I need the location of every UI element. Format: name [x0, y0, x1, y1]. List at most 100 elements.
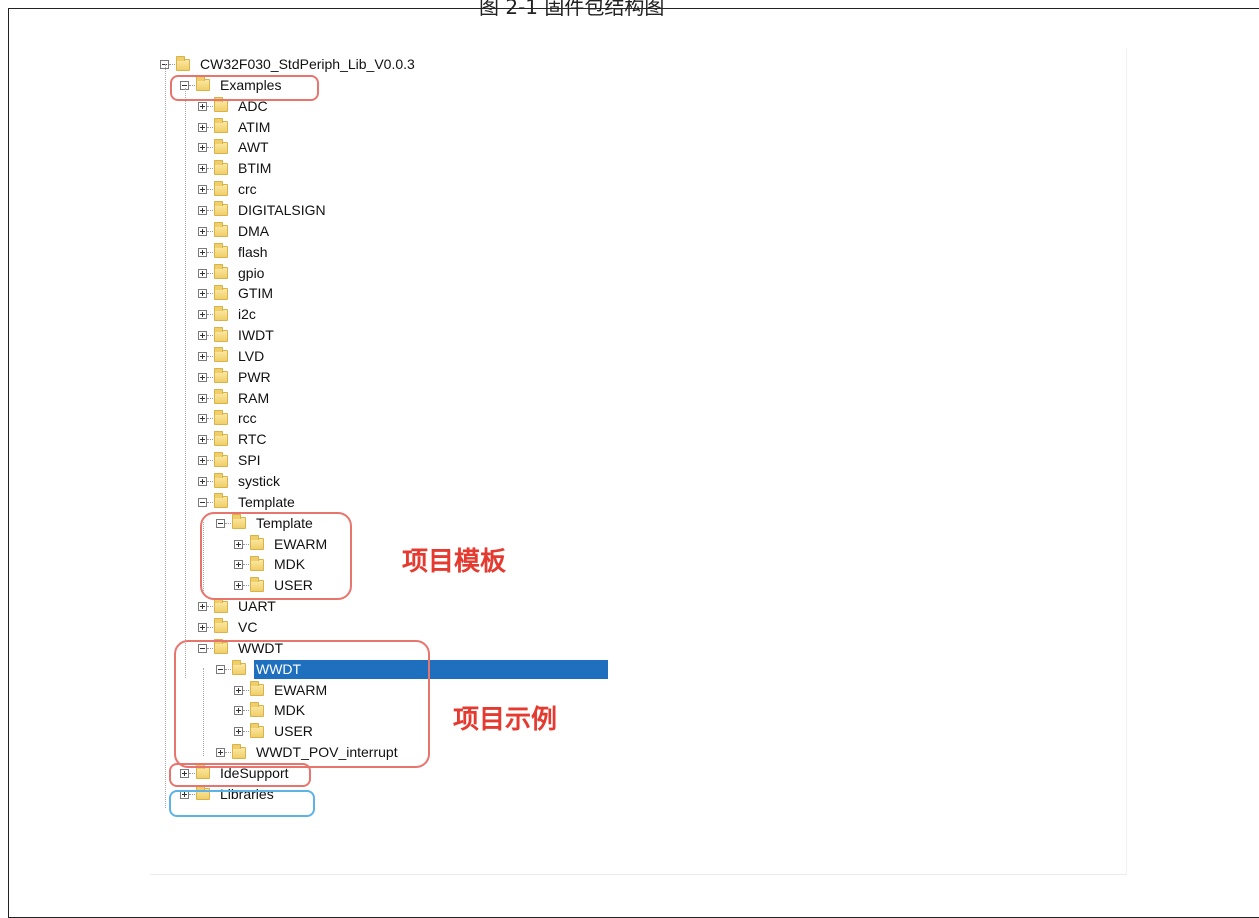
- tree-connector: [207, 439, 213, 441]
- folder-icon: [214, 284, 228, 300]
- folder-icon: [214, 409, 228, 425]
- folder-icon: [214, 305, 228, 321]
- tree-item-gtim[interactable]: GTIM: [198, 283, 275, 304]
- tree-item-label: BTIM: [238, 160, 272, 177]
- tree-item-label: flash: [238, 243, 268, 260]
- expand-plus-icon[interactable]: [198, 351, 207, 361]
- tree-item-label: DMA: [238, 222, 270, 239]
- expand-plus-icon[interactable]: [198, 185, 207, 195]
- figure-caption: 图 2-1 固件包结构图: [479, 0, 665, 17]
- tree-item-iwdt[interactable]: IWDT: [198, 325, 276, 346]
- folder-icon: [214, 138, 228, 154]
- folder-icon: [214, 326, 228, 342]
- tree-connector: [207, 272, 213, 274]
- expand-plus-icon[interactable]: [198, 435, 207, 445]
- tree-item-btim[interactable]: BTIM: [198, 158, 273, 179]
- expand-plus-icon[interactable]: [198, 226, 207, 236]
- expand-plus-icon[interactable]: [198, 247, 207, 257]
- tree-item-label: crc: [238, 181, 257, 198]
- expand-plus-icon[interactable]: [198, 393, 207, 403]
- tree-item-flash[interactable]: flash: [198, 242, 270, 263]
- folder-icon: [214, 118, 228, 134]
- expand-plus-icon[interactable]: [198, 205, 207, 215]
- tree-item-lvd[interactable]: LVD: [198, 346, 266, 367]
- expand-plus-icon[interactable]: [198, 268, 207, 278]
- collapse-minus-icon[interactable]: [198, 497, 207, 507]
- tree-item-systick[interactable]: systick: [198, 471, 282, 492]
- tree-item-pwr[interactable]: PWR: [198, 367, 273, 388]
- tree-connector: [207, 481, 213, 482]
- tree-item-ram[interactable]: RAM: [198, 388, 271, 409]
- tree-item-label: PWR: [238, 368, 271, 385]
- expand-plus-icon[interactable]: [198, 456, 207, 466]
- folder-icon: [214, 201, 228, 217]
- tree-item-atim[interactable]: ATIM: [198, 117, 272, 138]
- tree-item-label: GTIM: [238, 285, 273, 302]
- tree-connector: [207, 105, 213, 107]
- expand-plus-icon[interactable]: [198, 101, 207, 111]
- expand-plus-icon[interactable]: [198, 622, 207, 632]
- expand-plus-icon[interactable]: [198, 602, 207, 612]
- expand-plus-icon[interactable]: [198, 143, 207, 153]
- tree-item-i2c[interactable]: i2c: [198, 304, 258, 325]
- tree-connector: [207, 126, 213, 128]
- folder-icon: [214, 180, 228, 196]
- tree-connector: [207, 606, 213, 608]
- tree-connector: [207, 376, 213, 378]
- tree-item-label: gpio: [238, 264, 265, 281]
- tree-connector: [207, 251, 213, 253]
- tree-item-awt[interactable]: AWT: [198, 137, 271, 158]
- folder-icon: [214, 493, 228, 509]
- tree-item-digitalsign[interactable]: DIGITALSIGN: [198, 200, 328, 221]
- example-note: 项目示例: [453, 705, 558, 735]
- wwdt-highlight-box: [174, 640, 430, 768]
- tree-guide-line: [165, 64, 166, 808]
- tree-item-vc[interactable]: VC: [198, 617, 259, 638]
- folder-icon: [214, 368, 228, 384]
- tree-root[interactable]: CW32F030_StdPeriph_Lib_V0.0.3: [160, 54, 417, 75]
- tree-connector: [207, 626, 213, 628]
- folder-icon: [214, 243, 228, 259]
- tree-item-label: rcc: [238, 410, 257, 427]
- tree-item-label: DIGITALSIGN: [238, 201, 326, 218]
- tree-item-crc[interactable]: crc: [198, 179, 259, 200]
- expand-plus-icon[interactable]: [198, 331, 207, 341]
- expand-plus-icon[interactable]: [198, 289, 207, 299]
- tree-connector: [207, 293, 213, 295]
- expand-plus-icon[interactable]: [198, 164, 207, 174]
- folder-icon: [214, 618, 228, 634]
- folder-icon: [176, 55, 190, 71]
- tree-item-rtc[interactable]: RTC: [198, 429, 269, 450]
- folder-icon: [214, 264, 228, 279]
- examples-highlight-box: [170, 75, 319, 101]
- folder-icon: [214, 389, 228, 405]
- folder-icon: [214, 347, 228, 363]
- tree-connector: [207, 335, 213, 337]
- tree-item-label: VC: [238, 618, 258, 635]
- tree-connector: [169, 64, 175, 65]
- expand-plus-icon[interactable]: [198, 310, 207, 320]
- folder-icon: [214, 451, 228, 467]
- tree-guide-line: [185, 88, 186, 678]
- tree-item-label: systick: [238, 473, 280, 489]
- tree-item-template[interactable]: Template: [198, 492, 297, 513]
- template-note: 项目模板: [402, 547, 507, 577]
- tree-item-label: Template: [238, 493, 295, 510]
- tree-item-label: LVD: [238, 347, 265, 364]
- tree-item-spi[interactable]: SPI: [198, 450, 263, 471]
- tree-item-gpio[interactable]: gpio: [198, 263, 266, 284]
- tree-item-rcc[interactable]: rcc: [198, 408, 259, 429]
- tree-connector: [207, 355, 213, 357]
- tree-connector: [207, 460, 213, 462]
- expand-plus-icon[interactable]: [198, 122, 207, 132]
- expand-plus-icon[interactable]: [198, 372, 207, 382]
- expand-plus-icon[interactable]: [198, 477, 207, 486]
- tree-item-label: CW32F030_StdPeriph_Lib_V0.0.3: [200, 56, 415, 72]
- tree-connector: [207, 189, 213, 191]
- tree-item-dma[interactable]: DMA: [198, 221, 271, 242]
- expand-plus-icon[interactable]: [198, 414, 207, 424]
- folder-icon: [214, 97, 228, 113]
- tree-connector: [207, 397, 213, 399]
- idesupport-highlight-box: [169, 763, 311, 787]
- tree-item-label: i2c: [238, 306, 256, 323]
